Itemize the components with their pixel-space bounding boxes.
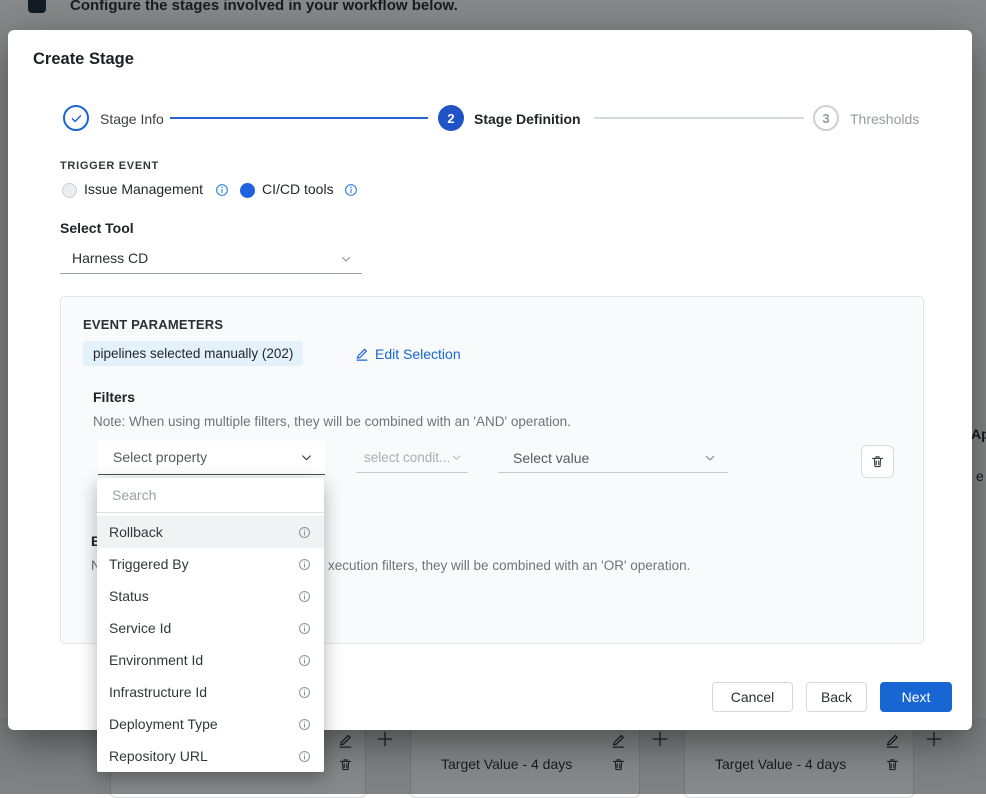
filter-value-select[interactable]: Select value [498,443,728,473]
filter-property-placeholder: Select property [113,449,207,465]
info-icon[interactable] [298,686,311,699]
dropdown-item-status[interactable]: Status [97,580,324,612]
remove-filter-button[interactable] [861,445,894,478]
step3-label[interactable]: Thresholds [850,111,919,127]
filter-condition-placeholder: select condit... [364,450,450,465]
event-parameters-title: EVENT PARAMETERS [83,317,223,332]
next-button[interactable]: Next [880,682,952,712]
dropdown-item-label: Infrastructure Id [109,684,207,700]
trigger-event-label: TRIGGER EVENT [60,160,159,172]
radio-cicd-tools[interactable] [240,183,255,198]
check-icon [70,112,83,125]
chevron-down-icon [704,452,716,464]
dropdown-item-deployment-type[interactable]: Deployment Type [97,708,324,740]
info-icon[interactable] [298,654,311,667]
chevron-down-icon [451,452,462,463]
info-icon[interactable] [298,750,311,763]
radio-issue-management[interactable] [62,183,77,198]
filter-value-placeholder: Select value [513,450,589,466]
dropdown-item-label: Triggered By [109,556,189,572]
edit-icon [355,347,369,361]
dropdown-item-triggered-by[interactable]: Triggered By [97,548,324,580]
info-icon[interactable] [298,718,311,731]
tool-select[interactable]: Harness CD [60,244,362,274]
dropdown-item-label: Service Id [109,620,171,636]
info-icon[interactable] [344,183,358,197]
dropdown-item-label: Repository URL [109,748,208,764]
stepper-connector-active [170,117,428,119]
stepper-connector [594,117,804,119]
step1-label[interactable]: Stage Info [100,111,164,127]
dropdown-item-label: Rollback [109,524,163,540]
search-input[interactable] [97,478,324,512]
dropdown-item-label: Environment Id [109,652,203,668]
dropdown-item-label: Deployment Type [109,716,218,732]
dropdown-item-infrastructure-id[interactable]: Infrastructure Id [97,676,324,708]
dropdown-search [97,478,324,513]
dropdown-item-repository-url[interactable]: Repository URL [97,740,324,772]
dropdown-item-rollback[interactable]: Rollback [97,516,324,548]
tool-select-value: Harness CD [72,250,148,266]
back-button[interactable]: Back [806,682,867,712]
property-dropdown-menu: Rollback Triggered By Status Service Id … [97,478,324,772]
edit-selection-label: Edit Selection [375,346,461,362]
execution-note-fragment: xecution filters, they will be combined … [328,558,690,573]
info-icon[interactable] [298,622,311,635]
info-icon[interactable] [298,558,311,571]
create-stage-modal: Create Stage Stage Info 2 Stage Definiti… [8,30,972,730]
step3-indicator[interactable]: 3 [813,105,839,131]
dropdown-item-label: Status [109,588,149,604]
trash-icon [870,454,885,469]
radio-cicd-tools-label[interactable]: CI/CD tools [262,181,334,197]
step2-indicator[interactable]: 2 [438,105,464,131]
info-icon[interactable] [298,590,311,603]
step2-label[interactable]: Stage Definition [474,111,581,127]
info-icon[interactable] [298,526,311,539]
step1-complete-indicator[interactable] [63,105,89,131]
modal-title: Create Stage [33,50,134,69]
info-icon[interactable] [215,183,229,197]
filter-condition-select[interactable]: select condit... [356,443,468,473]
dropdown-item-environment-id[interactable]: Environment Id [97,644,324,676]
filters-title: Filters [93,389,135,405]
edit-selection-button[interactable]: Edit Selection [355,346,461,362]
chevron-down-icon [340,253,352,265]
dropdown-list: Rollback Triggered By Status Service Id … [97,513,324,772]
radio-issue-management-label[interactable]: Issue Management [84,181,203,197]
select-tool-label: Select Tool [60,220,134,236]
selection-chip: pipelines selected manually (202) [83,341,303,366]
dropdown-item-service-id[interactable]: Service Id [97,612,324,644]
filter-property-select[interactable]: Select property [98,441,325,475]
chevron-down-icon [300,451,313,464]
cancel-button[interactable]: Cancel [712,682,793,712]
filters-note: Note: When using multiple filters, they … [93,414,571,429]
